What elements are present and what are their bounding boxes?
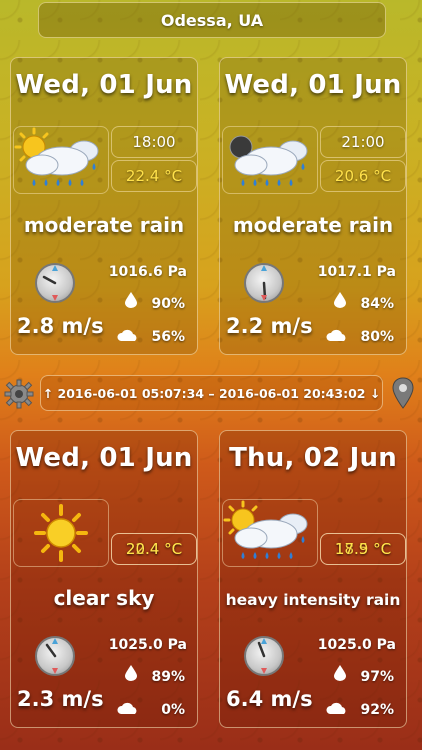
weather-description: moderate rain [232,213,394,237]
humidity-value: 89% [151,669,185,685]
time-range-label: ↑ 2016-06-01 05:07:34 – 2016-06-01 20:43… [42,385,381,401]
cloudiness-icon [326,329,346,341]
forecast-time: 18:00 [111,126,197,158]
card-date: Wed, 01 Jun [15,443,193,473]
temperature-value: 22.4 °C [111,160,197,192]
wind-compass-icon [244,636,284,676]
pressure-value: 1017.1 Pa [317,264,396,280]
sun-icon [13,499,109,567]
cloudiness-icon [117,702,137,714]
pressure-value: 1025.0 Pa [317,637,396,653]
weather-description: heavy intensity rain [225,591,401,609]
daily-card-2[interactable]: Thu, 02 Jun 18.5 °C 17.9 °C heavy intens… [219,430,407,728]
humidity-value: 84% [360,296,394,312]
location-label: Odessa, UA [160,10,264,30]
forecast-time: 21:00 [320,126,406,158]
temperature-min: 20.4 °C [111,533,197,565]
wind-compass-icon [35,263,75,303]
weather-description: moderate rain [23,213,185,237]
humidity-drop-icon [334,292,346,308]
location-pin-icon[interactable] [392,377,414,409]
settings-gear-icon[interactable] [4,379,34,409]
humidity-drop-icon [125,665,137,681]
sun-cloud-rain-icon [222,499,318,567]
wind-compass-icon [244,263,284,303]
forecast-card-2[interactable]: Wed, 01 Jun 21:00 20.6 °C moderate rain … [219,57,407,355]
weather-description: clear sky [53,586,155,610]
wind-speed: 6.4 m/s [226,687,313,711]
pressure-value: 1016.6 Pa [108,264,187,280]
temperature-min: 17.9 °C [320,533,406,565]
card-date: Wed, 01 Jun [15,70,193,100]
humidity-value: 97% [360,669,394,685]
sun-cloud-rain-icon [13,126,109,194]
cloudiness-value: 56% [151,329,185,345]
humidity-value: 90% [151,296,185,312]
moon-cloud-rain-icon [222,126,318,194]
wind-speed: 2.3 m/s [17,687,104,711]
card-date: Thu, 02 Jun [229,443,397,473]
wind-speed: 2.2 m/s [226,314,313,338]
cloudiness-value: 0% [161,702,185,718]
humidity-drop-icon [334,665,346,681]
forecast-card-1[interactable]: Wed, 01 Jun 18:00 22.4 °C moderate rain [10,57,198,355]
cloudiness-value: 80% [360,329,394,345]
pressure-value: 1025.0 Pa [108,637,187,653]
cloudiness-icon [326,702,346,714]
humidity-drop-icon [125,292,137,308]
daily-card-1[interactable]: Wed, 01 Jun 22.4 °C 20.4 °C clear sky 10… [10,430,198,728]
card-date: Wed, 01 Jun [224,70,402,100]
cloudiness-value: 92% [360,702,394,718]
sunrise-sunset-range[interactable]: ↑ 2016-06-01 05:07:34 – 2016-06-01 20:43… [40,375,383,411]
wind-speed: 2.8 m/s [17,314,104,338]
cloudiness-icon [117,329,137,341]
temperature-value: 20.6 °C [320,160,406,192]
location-button[interactable]: Odessa, UA [38,2,386,38]
wind-compass-icon [35,636,75,676]
